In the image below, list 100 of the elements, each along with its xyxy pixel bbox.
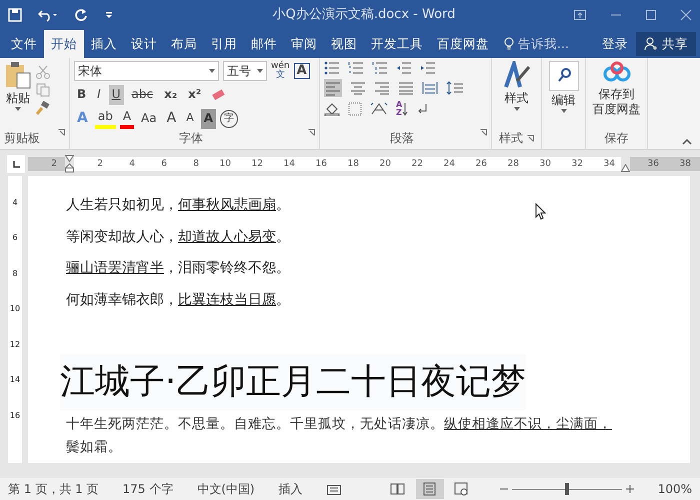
- decrease-indent-icon[interactable]: [396, 61, 412, 75]
- ribbon-tab[interactable]: 开始: [44, 30, 84, 58]
- redo-icon[interactable]: [74, 8, 88, 22]
- dialog-launcher-icon[interactable]: [308, 129, 315, 136]
- share-button[interactable]: 共享: [636, 32, 696, 56]
- ribbon-tab[interactable]: 插入: [84, 30, 124, 58]
- ruler-number: 16: [10, 410, 20, 421]
- dialog-launcher-icon[interactable]: [58, 129, 65, 136]
- numbered-list-icon[interactable]: [348, 61, 364, 75]
- undo-icon[interactable]: [38, 8, 58, 22]
- bullet-list-icon[interactable]: [324, 61, 340, 75]
- font-effect-button[interactable]: A: [183, 109, 197, 129]
- indent-marker-icon[interactable]: [65, 155, 74, 173]
- paste-button[interactable]: 粘贴: [4, 61, 32, 115]
- down-arrow-icon: [402, 102, 408, 116]
- caret-icon: [560, 109, 566, 113]
- language-indicator[interactable]: 中文(中国): [197, 480, 255, 498]
- print-layout-button[interactable]: [416, 479, 444, 499]
- borders-icon[interactable]: [348, 102, 362, 116]
- ribbon-tab[interactable]: 文件: [4, 30, 44, 58]
- font-effect-button[interactable]: ab: [94, 109, 116, 129]
- format-button[interactable]: B: [74, 85, 90, 105]
- distribute-icon[interactable]: [422, 81, 438, 95]
- ribbon-tab[interactable]: 设计: [124, 30, 164, 58]
- align-left-icon[interactable]: [324, 79, 342, 97]
- ribbon-tab[interactable]: 审阅: [284, 30, 324, 58]
- page-icon: [422, 482, 438, 496]
- line-spacing-icon[interactable]: [446, 81, 464, 95]
- close-icon[interactable]: [680, 9, 692, 21]
- ribbon-tab[interactable]: 开发工具: [364, 30, 430, 58]
- word-count[interactable]: 175 个字: [122, 480, 174, 498]
- align-center-icon[interactable]: [350, 81, 366, 95]
- zoom-in-icon[interactable]: [626, 485, 634, 493]
- paragraph-mark-icon[interactable]: [416, 102, 428, 116]
- group-label: 样式: [499, 130, 523, 147]
- dialog-launcher-icon[interactable]: [527, 134, 534, 142]
- ruler-number: 16: [314, 158, 328, 170]
- save-to-cloud-button[interactable]: 保存到 百度网盘: [592, 61, 640, 117]
- tab-stop-icon[interactable]: [12, 160, 20, 168]
- format-button[interactable]: x₂: [161, 85, 180, 105]
- body-text-line: 十年生死两茫茫。不思量。自难忘。千里孤坟，无处话凄凉。纵使相逢应不识，尘满面，: [66, 414, 612, 434]
- align-right-icon[interactable]: [374, 81, 390, 95]
- poem-line: 何如薄幸锦衣郎，比翼连枝当日愿。: [66, 290, 290, 310]
- format-button[interactable]: I: [94, 85, 104, 105]
- character-border-button[interactable]: A: [294, 63, 310, 79]
- caret-icon: [257, 69, 263, 73]
- ruler-number: 8: [12, 268, 18, 279]
- sort-button[interactable]: AZ: [396, 101, 408, 117]
- format-button[interactable]: U: [108, 85, 124, 105]
- insert-mode[interactable]: 插入: [278, 480, 303, 498]
- shading-icon[interactable]: [324, 102, 340, 116]
- justify-icon[interactable]: [398, 81, 414, 95]
- font-effect-button[interactable]: 字: [220, 110, 238, 128]
- ribbon-tab[interactable]: 视图: [324, 30, 364, 58]
- group-label: 保存: [604, 130, 628, 147]
- web-page-icon: [454, 482, 470, 496]
- indent-marker-icon[interactable]: [621, 164, 630, 172]
- font-size-field[interactable]: 五号: [223, 61, 267, 81]
- font-effect-button[interactable]: A: [120, 109, 134, 129]
- macro-icon[interactable]: [326, 483, 341, 495]
- body-text-line: 鬓如霜。: [66, 438, 122, 456]
- ribbon-tab[interactable]: 邮件: [244, 30, 284, 58]
- font-effect-button[interactable]: A: [164, 109, 180, 129]
- ribbon-tab[interactable]: 引用: [204, 30, 244, 58]
- login-link[interactable]: 登录: [602, 30, 628, 58]
- mouse-pointer-icon: [535, 203, 546, 220]
- dialog-launcher-icon[interactable]: [480, 129, 487, 136]
- search-icon: [548, 61, 578, 91]
- tell-me-field[interactable]: 告诉我...: [518, 34, 569, 54]
- font-effect-button[interactable]: Aa: [138, 109, 160, 129]
- styles-button[interactable]: 样式: [502, 61, 530, 111]
- ruler-number: 24: [442, 158, 456, 170]
- editing-button[interactable]: 编辑: [548, 61, 578, 113]
- window-title: 小Q办公演示文稿.docx - Word: [272, 6, 456, 24]
- ribbon-tab[interactable]: 百度网盘: [430, 30, 496, 58]
- font-effect-button[interactable]: A: [200, 109, 216, 129]
- phonetic-guide-button[interactable]: wén 文: [271, 62, 290, 80]
- increase-indent-icon[interactable]: [420, 61, 436, 75]
- format-button[interactable]: x²: [185, 85, 204, 105]
- lightbulb-icon: [504, 37, 514, 51]
- ruler-number: 12: [250, 158, 264, 170]
- poem-line: 骊山语罢清宵半，泪雨零铃终不怨。: [66, 259, 290, 278]
- ruler-number: 6: [12, 233, 18, 244]
- customize-menu-icon[interactable]: [104, 10, 114, 20]
- cloud-logo-icon: [602, 61, 630, 83]
- zoom-level[interactable]: 100%: [658, 480, 692, 498]
- ruler-number: 30: [538, 158, 552, 170]
- format-button[interactable]: abc: [128, 85, 156, 105]
- multilevel-list-icon[interactable]: [372, 61, 388, 75]
- save-icon[interactable]: [8, 8, 22, 22]
- ribbon-tab[interactable]: 布局: [164, 30, 204, 58]
- zoom-slider-thumb[interactable]: [564, 483, 569, 495]
- page-count[interactable]: 第 1 页，共 1 页: [8, 480, 99, 498]
- ribbon-display-icon[interactable]: [574, 10, 586, 20]
- collapse-ribbon-icon[interactable]: [682, 139, 692, 145]
- zoom-slider[interactable]: [512, 483, 622, 495]
- caret-icon: [209, 69, 215, 73]
- font-name-field[interactable]: 宋体: [74, 61, 219, 81]
- maximize-icon[interactable]: [646, 10, 656, 20]
- person-add-icon: [644, 37, 658, 51]
